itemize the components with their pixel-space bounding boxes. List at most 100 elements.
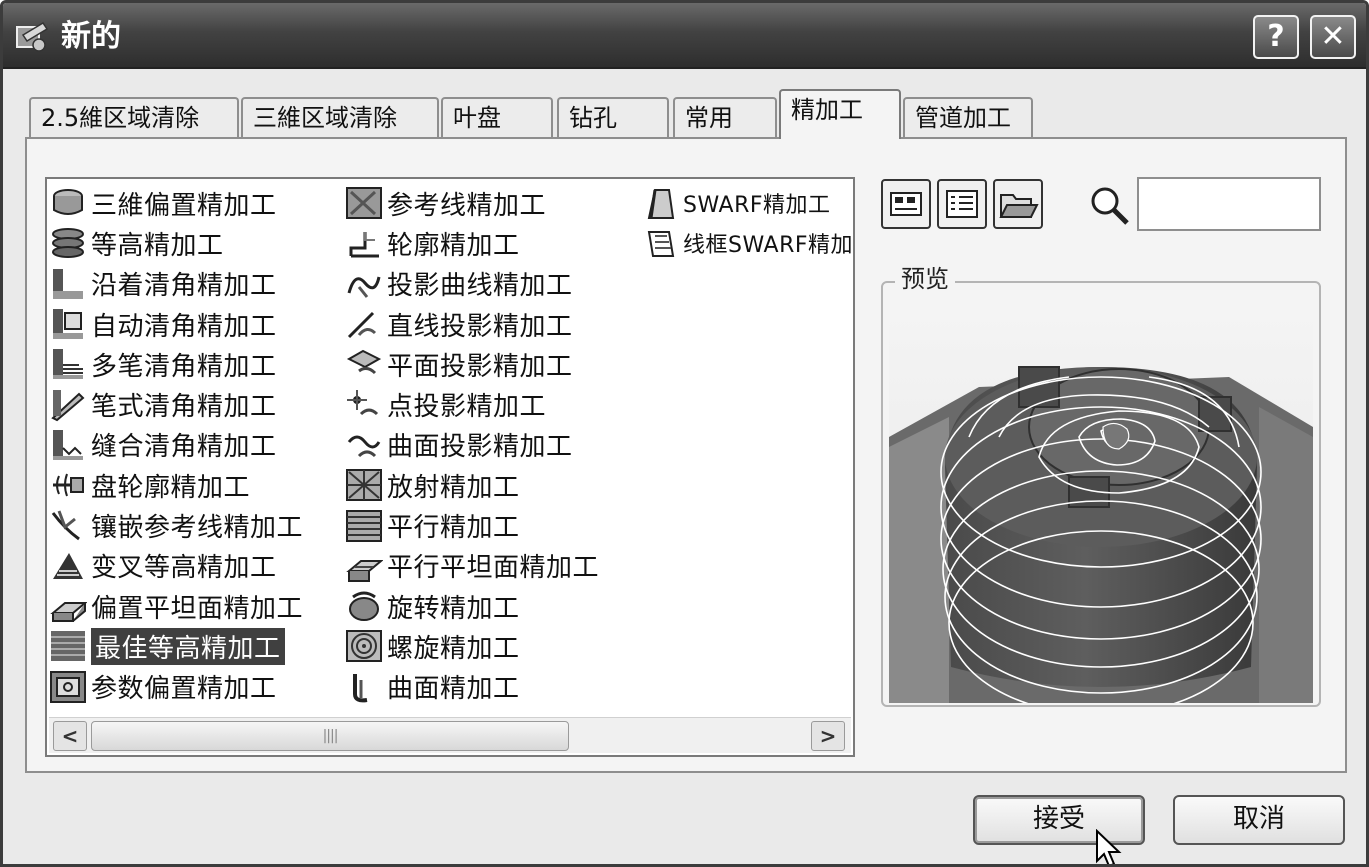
preview-render: [889, 307, 1313, 703]
list-item[interactable]: 变叉等高精加工: [49, 546, 303, 586]
list-item[interactable]: 多笔清角精加工: [49, 344, 303, 384]
raster-flat-icon: [346, 559, 383, 582]
close-button[interactable]: ✕: [1310, 15, 1356, 59]
list-item-label: 投影曲线精加工: [387, 271, 573, 302]
list-item-label: 笔式清角精加工: [91, 392, 277, 423]
surface-icon: [353, 673, 368, 703]
window-title: 新的: [61, 19, 121, 54]
open-folder-button[interactable]: [993, 179, 1043, 229]
crossed-constant-z-icon: [53, 552, 83, 579]
help-button[interactable]: ?: [1253, 15, 1299, 59]
list-item-label: 曲面投影精加工: [387, 432, 573, 463]
auto-corner-icon: [53, 309, 83, 340]
list-item-label: 镶嵌参考线精加工: [91, 513, 304, 544]
list-item-label: 变叉等高精加工: [91, 553, 277, 584]
pattern-icon: [346, 187, 382, 220]
list-item-label: 三維偏置精加工: [91, 190, 277, 221]
list-item-label: 放射精加工: [387, 472, 520, 503]
list-item[interactable]: 镶嵌参考线精加工: [49, 505, 303, 545]
strategy-column-3: SWARF精加工 线框SWARF精加: [641, 183, 853, 264]
list-view-icon: [946, 190, 978, 218]
list-item-label: 旋转精加工: [387, 593, 520, 624]
rotary-icon: [349, 591, 379, 622]
list-item[interactable]: 盘轮廓精加工: [49, 465, 303, 505]
tab-blisk[interactable]: 叶盘: [441, 97, 553, 139]
tab-drilling[interactable]: 钻孔: [557, 97, 669, 139]
constant-z-icon: [52, 228, 84, 259]
list-item[interactable]: 平行精加工: [345, 505, 599, 545]
embedded-pattern-icon: [51, 509, 80, 540]
list-item[interactable]: 三維偏置精加工: [49, 183, 303, 223]
list-item[interactable]: 自动清角精加工: [49, 304, 303, 344]
strategy-list[interactable]: 三維偏置精加工 等高精加工 沿着清角精加工 自动清角精加工 多笔清角精加工 笔式…: [45, 177, 855, 757]
scroll-thumb[interactable]: ||||: [91, 721, 569, 751]
list-item-label: 缝合清角精加工: [91, 432, 277, 463]
surface-projection-icon: [347, 435, 381, 458]
parametric-offset-icon: [50, 670, 86, 703]
offset-flat-icon: [50, 602, 87, 623]
tab-common[interactable]: 常用: [673, 97, 777, 139]
wireframe-swarf-icon: [647, 231, 675, 258]
list-item[interactable]: 点投影精加工: [345, 384, 599, 424]
curve-projection-icon: [347, 276, 381, 298]
list-item-label: 螺旋精加工: [387, 633, 520, 664]
scroll-left-button[interactable]: <: [53, 721, 87, 751]
app-icon: [16, 21, 49, 52]
radial-icon: [346, 469, 382, 502]
list-item[interactable]: 笔式清角精加工: [49, 384, 303, 424]
list-item-label: 曲面精加工: [387, 674, 520, 705]
list-view-button[interactable]: [937, 179, 987, 229]
large-icons-icon: [890, 192, 922, 216]
plane-projection-icon: [346, 350, 382, 375]
list-item[interactable]: SWARF精加工: [641, 183, 853, 223]
title-bar[interactable]: 新的 ? ✕: [3, 3, 1366, 69]
list-item[interactable]: 偏置平坦面精加工: [49, 586, 303, 626]
list-item-label: 等高精加工: [91, 230, 224, 261]
list-item-label: 轮廓精加工: [387, 230, 520, 261]
new-strategy-dialog: 新的 ? ✕ 2.5維区域清除 三維区域清除 叶盘 钻孔 常用 精加工 管道加工…: [0, 0, 1369, 867]
list-item[interactable]: 曲面投影精加工: [345, 425, 599, 465]
disc-profile-icon: [53, 473, 84, 497]
tab-finishing[interactable]: 精加工: [779, 89, 901, 139]
list-item[interactable]: 旋转精加工: [345, 586, 599, 626]
stitch-corner-icon: [53, 429, 83, 460]
list-item-label: 直线投影精加工: [387, 311, 573, 342]
list-item-label: 点投影精加工: [387, 392, 547, 423]
list-item[interactable]: 直线投影精加工: [345, 304, 599, 344]
list-item[interactable]: 参数偏置精加工: [49, 667, 303, 707]
offset-3d-icon: [53, 189, 83, 216]
list-item[interactable]: 缝合清角精加工: [49, 425, 303, 465]
list-item-label: SWARF精加工: [683, 193, 831, 219]
preview-image: [889, 307, 1313, 703]
list-item[interactable]: 螺旋精加工: [345, 626, 599, 666]
folder-open-icon: [999, 194, 1039, 218]
list-item[interactable]: 最佳等高精加工: [49, 626, 303, 666]
list-item[interactable]: 平行平坦面精加工: [345, 546, 599, 586]
list-item[interactable]: 平面投影精加工: [345, 344, 599, 384]
list-item-label: 参数偏置精加工: [91, 674, 277, 705]
point-projection-icon: [347, 389, 379, 415]
raster-icon: [346, 509, 382, 542]
search-input[interactable]: [1137, 177, 1321, 231]
scroll-right-button[interactable]: >: [811, 721, 845, 751]
list-item-label: 偏置平坦面精加工: [91, 593, 304, 624]
list-item[interactable]: 等高精加工: [49, 223, 303, 263]
list-item-label: 平行平坦面精加工: [387, 553, 600, 584]
preview-label: 预览: [895, 263, 955, 295]
multi-pencil-icon: [53, 349, 83, 380]
list-item[interactable]: 轮廓精加工: [345, 223, 599, 263]
tab-port-machining[interactable]: 管道加工: [903, 97, 1033, 139]
list-item-label: 参考线精加工: [387, 190, 547, 221]
mouse-cursor-icon: [1096, 829, 1122, 864]
cancel-button[interactable]: 取消: [1173, 795, 1345, 845]
tab-2-5d-area-clearance[interactable]: 2.5維区域清除: [29, 97, 239, 139]
list-item[interactable]: 参考线精加工: [345, 183, 599, 223]
list-item[interactable]: 放射精加工: [345, 465, 599, 505]
list-item[interactable]: 沿着清角精加工: [49, 264, 303, 304]
list-item[interactable]: 线框SWARF精加: [641, 223, 853, 263]
horizontal-scrollbar[interactable]: < |||| >: [49, 717, 851, 753]
tab-3d-area-clearance[interactable]: 三維区域清除: [241, 97, 439, 139]
list-item[interactable]: 曲面精加工: [345, 667, 599, 707]
list-item[interactable]: 投影曲线精加工: [345, 264, 599, 304]
large-icons-view-button[interactable]: [881, 179, 931, 229]
